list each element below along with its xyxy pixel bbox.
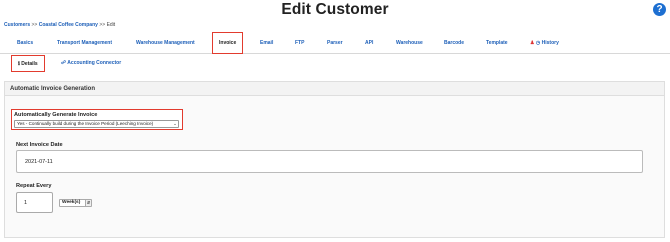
- tab-warehouse[interactable]: Warehouse: [396, 40, 423, 47]
- breadcrumb-separator: >>: [99, 22, 106, 28]
- tab-transport-management[interactable]: Transport Management: [57, 40, 112, 47]
- tab-parser[interactable]: Parser: [327, 40, 343, 47]
- breadcrumb-current: Edit: [106, 22, 116, 28]
- updown-arrows-icon: ⇵: [85, 200, 91, 206]
- auto-generate-group: Automatically Generate Invoice Yes - Con…: [11, 109, 183, 130]
- tab-history-label: History: [541, 40, 559, 46]
- tab-api[interactable]: API: [365, 40, 373, 47]
- chevron-down-icon: ⌄: [173, 121, 177, 126]
- next-invoice-date-input[interactable]: 2021-07-11: [16, 150, 643, 173]
- tab-email[interactable]: Email: [260, 40, 273, 47]
- repeat-unit-select[interactable]: Week(s) ⇵: [59, 199, 92, 207]
- edit-customer-page: Edit Customer ? Customers >> Coastal Cof…: [0, 0, 670, 242]
- sub-tabs: ℹ Details ☍ Accounting Connector: [0, 54, 670, 74]
- subtab-accounting-connector-label: Accounting Connector: [67, 60, 122, 66]
- subtab-accounting-connector[interactable]: ☍ Accounting Connector: [61, 60, 121, 67]
- link-icon: ☍: [61, 60, 67, 66]
- tab-basics[interactable]: Basics: [17, 40, 33, 47]
- auto-generate-label: Automatically Generate Invoice: [14, 112, 98, 118]
- tab-invoice[interactable]: Invoice: [212, 32, 244, 54]
- help-icon[interactable]: ?: [653, 3, 666, 16]
- next-invoice-date-label: Next Invoice Date: [16, 142, 63, 148]
- tab-ftp[interactable]: FTP: [295, 40, 304, 47]
- repeat-every-number-input[interactable]: 1: [16, 192, 53, 213]
- subtab-details-label: Details: [21, 61, 38, 67]
- repeat-unit-value: Week(s): [62, 200, 81, 205]
- subtab-details[interactable]: ℹ Details: [11, 55, 45, 72]
- breadcrumb-separator: >>: [31, 22, 38, 28]
- page-title: Edit Customer: [281, 1, 389, 18]
- user-icon: ♟: [530, 40, 535, 46]
- breadcrumb: Customers >> Coastal Coffee Company >> E…: [4, 22, 115, 29]
- repeat-every-label: Repeat Every: [16, 183, 52, 189]
- tab-template[interactable]: Template: [486, 40, 508, 47]
- clock-icon: ◷: [535, 40, 541, 46]
- panel-title: Automatic Invoice Generation: [5, 82, 664, 96]
- auto-generate-value: Yes - Continually build during the Invoi…: [17, 121, 154, 126]
- main-tabs: Basics Transport Management Warehouse Ma…: [0, 32, 670, 54]
- tab-barcode[interactable]: Barcode: [444, 40, 464, 47]
- tab-history[interactable]: ♟ ◷ History: [530, 40, 559, 47]
- breadcrumb-customers[interactable]: Customers: [4, 22, 30, 28]
- breadcrumb-customer-name[interactable]: Coastal Coffee Company: [39, 22, 98, 28]
- invoice-panel: Automatic Invoice Generation Automatical…: [4, 81, 665, 238]
- tab-warehouse-management[interactable]: Warehouse Management: [136, 40, 195, 47]
- auto-generate-select[interactable]: Yes - Continually build during the Invoi…: [14, 120, 179, 128]
- info-icon: ℹ: [18, 61, 20, 67]
